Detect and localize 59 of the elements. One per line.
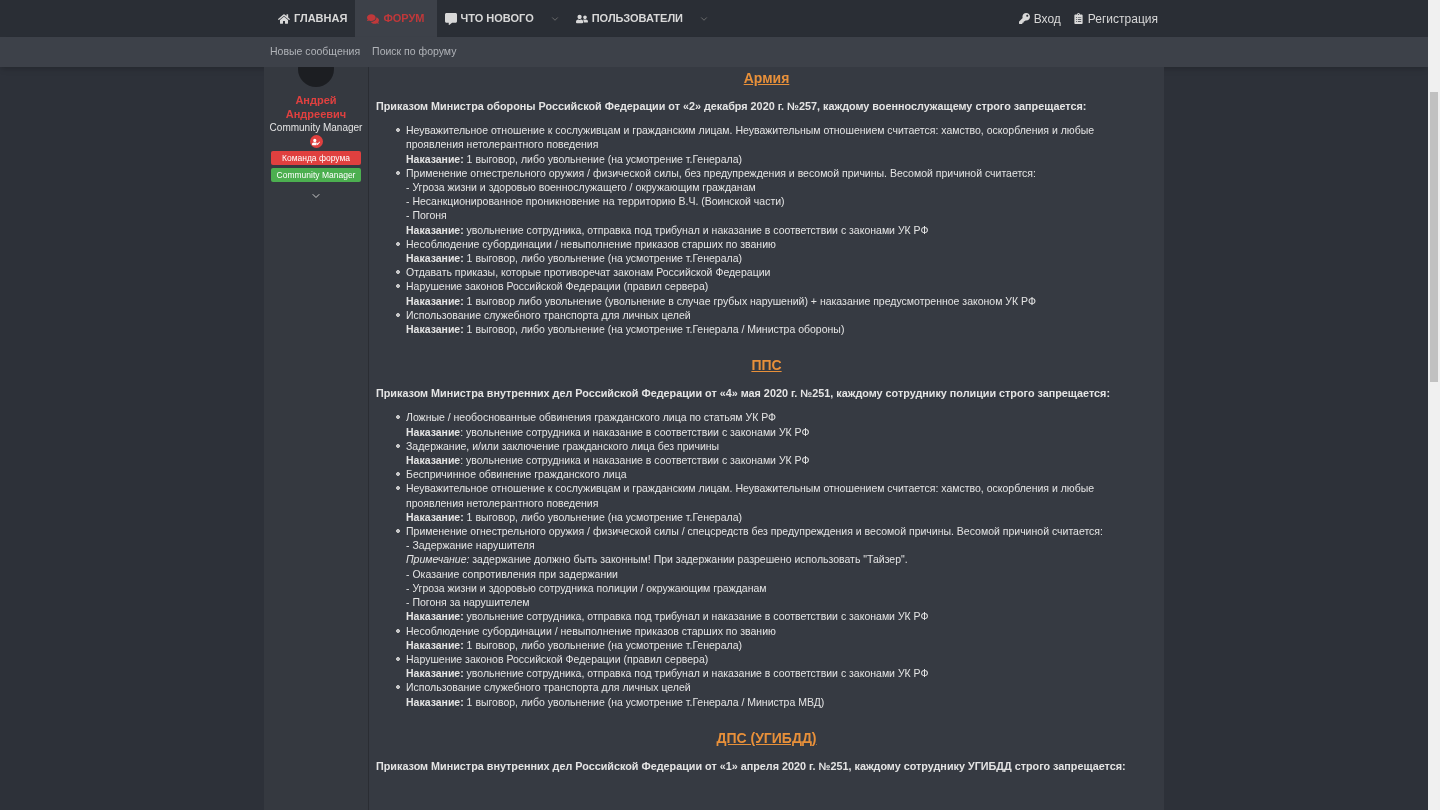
rule-text: Несоблюдение субординации / невыполнение приказов старших по званию — [406, 623, 777, 638]
staff-icon — [309, 135, 323, 148]
rule-text: Наказание: 1 выговор, либо увольнение (на усмотрение т.Генерала) — [406, 509, 743, 525]
section-heading-link[interactable]: ППС — [751, 356, 782, 375]
rule-text: - Угроза жизни и здоровью сотрудника полиции / окружающим гражданам — [406, 580, 768, 596]
author-title: Community Manager — [269, 121, 363, 134]
rule-text: Наказание: увольнение сотрудника, отправка под трибунал и наказание в соответствии с законами УК РФ — [406, 666, 930, 681]
chat-bubble-icon — [444, 12, 457, 25]
rule-text: Ложные / необоснованные обвинения гражданского лица по статьям УК РФ — [406, 410, 778, 425]
rule-text: Неуважительное отношение к сослуживцам и гражданским лицам. Неуважительным отношением считается: хамство, оскорбления и любые проявления нетолерантного поведения — [406, 123, 1096, 152]
subnav-link[interactable]: Новые сообщения — [270, 44, 361, 60]
rule-text: Применение огнестрельного оружия / физической силы / спецсредств без предупреждения и весомой причины. Весомой причиной считается: — [406, 524, 1104, 539]
account-link[interactable]: Вход — [1018, 9, 1061, 28]
scrollbar-thumb[interactable] — [1430, 92, 1438, 382]
users-icon — [575, 12, 588, 25]
rule-text: Отдавать приказы, которые противоречат законам Российской Федерации — [406, 265, 772, 280]
rule-text: Наказание: 1 выговор, либо увольнение (на усмотрение т.Генерала) — [406, 151, 743, 166]
rule-text: Наказание: 1 выговор, либо увольнение (на усмотрение т.Генерала / Министра МВД) — [406, 694, 826, 709]
rule-text: Применение огнестрельного оружия / физической силы, без предупреждения и весомой причины. Весомой причиной считается: — [406, 165, 1037, 180]
rule-text: Нарушение законов Российской Федерации (правил сервера) — [406, 651, 710, 667]
home-icon — [278, 12, 290, 25]
rule-text: Наказание: 1 выговор, либо увольнение (на усмотрение т.Генерала / Министра обороны) — [406, 322, 846, 337]
rule-text: - Несанкционированное проникновение на территорию В.Ч. (Воинской части) — [406, 194, 786, 209]
rule-text: Наказание: увольнение сотрудника, отправка под трибунал и наказание в соответствии с законами УК РФ — [406, 222, 930, 237]
key-icon — [1018, 13, 1030, 24]
author-name: Андрей Андреевич — [284, 93, 348, 121]
user-banner: Community Manager — [271, 168, 361, 182]
chat-bubbles-icon — [367, 12, 380, 25]
order-text: Приказом Министра внутренних дел Российской Федерации от «1» апреля 2020 г. №251, каждому сотруднику УГИБДД строго запрещается: — [376, 758, 1127, 773]
rule-text: Использование служебного транспорта для личных целей — [406, 680, 692, 695]
rule-text: Беспричинное обвинение гражданского лица — [406, 467, 628, 482]
rule-text: Наказание: увольнение сотрудника, отправка под трибунал и наказание в соответствии с законами УК РФ — [406, 609, 930, 624]
rule-text: - Задержание нарушителя — [406, 538, 536, 553]
user-banner: Команда форума — [271, 151, 361, 165]
rule-text: Нарушение законов Российской Федерации (правил сервера) — [406, 279, 710, 294]
order-text: Приказом Министра внутренних дел Российской Федерации от «4» мая 2020 г. №251, каждому сотруднику полиции строго запрещается: — [376, 386, 1111, 401]
section-heading-link[interactable]: ДПС (УГИБДД) — [716, 728, 817, 747]
subnav-link[interactable]: Поиск по форуму — [372, 44, 457, 60]
account-link[interactable]: Регистрация — [1072, 9, 1158, 28]
rule-text: Наказание: увольнение сотрудника и наказание в соответствии с законами УК РФ — [406, 453, 811, 468]
rule-text: Несоблюдение субординации / невыполнение приказов старших по званию — [406, 236, 777, 252]
rule-text: Задержание, и/или заключение гражданского лица без причины — [406, 438, 721, 454]
order-text: Приказом Министра обороны Российской Федерации от «2» декабря 2020 г. №257, каждому военнослужащему строго запрещается: — [376, 99, 1088, 114]
nav-tab[interactable]: ГЛАВНАЯ — [270, 0, 356, 37]
rule-text: Неуважительное отношение к сослуживцам и гражданским лицам. Неуважительным отношением считается: хамство, оскорбления и любые проявления нетолерантного поведения — [406, 481, 1096, 510]
rule-text: Примечание: задержание должно быть законным! При задержании разрешено использовать "Тайзер". — [406, 552, 909, 567]
nav-tab[interactable]: ПОЛЬЗОВАТЕЛИ — [567, 0, 718, 37]
rule-text: - Погоня за нарушителем — [406, 595, 531, 610]
rule-text: Наказание: 1 выговор, либо увольнение (на усмотрение т.Генерала) — [406, 251, 743, 266]
rule-text: Наказание: увольнение сотрудника и наказание в соответствии с законами УК РФ — [406, 424, 811, 439]
rule-text: - Оказание сопротивления при задержании — [406, 566, 619, 581]
rule-text: - Погоня — [406, 208, 448, 223]
section-heading-link[interactable]: Армия — [743, 69, 790, 87]
rule-text: Использование служебного транспорта для личных целей — [406, 307, 692, 323]
nav-tab[interactable]: ЧТО НОВОГО — [436, 0, 568, 37]
rule-text: Наказание: 1 выговор либо увольнение (увольнение в случае грубых нарушений) + наказание предусмотренное законом УК РФ — [406, 293, 1037, 308]
rule-text: - Угроза жизни и здоровью военнослужащего / окружающим гражданам — [406, 180, 757, 195]
rule-text: Наказание: 1 выговор, либо увольнение (на усмотрение т.Генерала) — [406, 637, 743, 652]
clipboard-icon — [1072, 13, 1084, 24]
